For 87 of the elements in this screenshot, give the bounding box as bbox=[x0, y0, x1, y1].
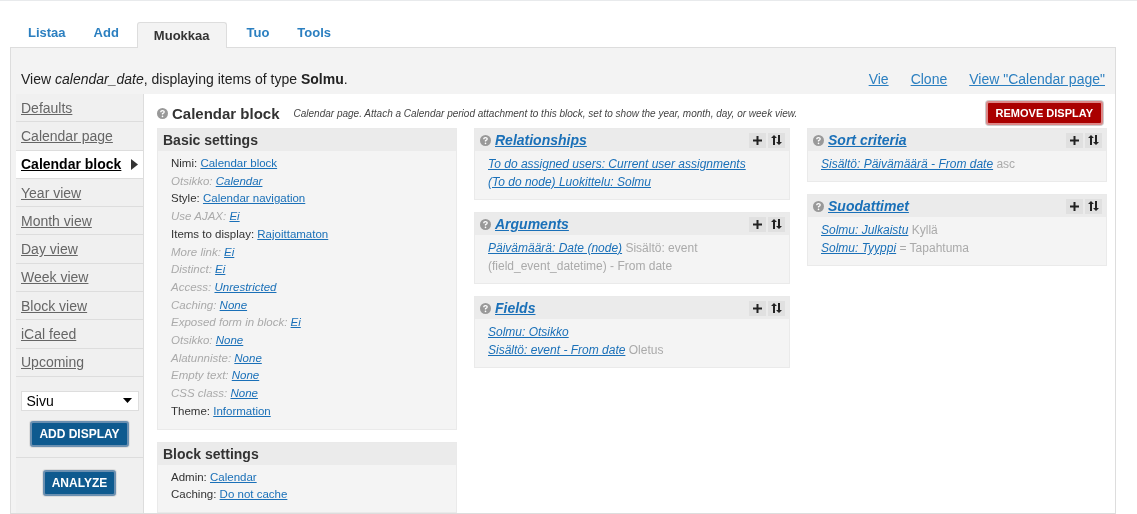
setting-label: Otsikko: bbox=[171, 334, 213, 347]
setting-label: Otsikko: bbox=[171, 174, 213, 187]
item-link[interactable]: To do assigned users: Current user assignments bbox=[488, 157, 746, 171]
setting-label: Items to display: bbox=[171, 227, 255, 240]
rearrange-icon[interactable] bbox=[1085, 132, 1102, 148]
setting-label: Exposed form in block: bbox=[171, 316, 288, 329]
tab[interactable]: Tuo bbox=[236, 23, 288, 47]
setting-link[interactable]: Information bbox=[213, 404, 271, 417]
item-text: Solmu: Tyyppi = Tapahtuma bbox=[821, 240, 970, 257]
setting-link[interactable]: None bbox=[230, 387, 258, 400]
display-type-select[interactable]: Sivu bbox=[20, 390, 139, 411]
add-icon[interactable] bbox=[749, 132, 766, 148]
setting-label: Nimi: bbox=[171, 157, 198, 169]
rearrange-icon[interactable] bbox=[768, 132, 785, 148]
setting-link[interactable]: None bbox=[219, 298, 248, 311]
box-title: Block settings bbox=[163, 445, 259, 462]
tab[interactable]: Add bbox=[83, 23, 137, 47]
setting-link[interactable]: None bbox=[231, 369, 260, 382]
display-title: Calendar block bbox=[172, 104, 280, 122]
setting-label: More link: bbox=[171, 245, 221, 258]
rearrange-icon[interactable] bbox=[768, 300, 785, 316]
item-text: Sisältö: Päivämäärä - From date asc bbox=[821, 156, 1017, 173]
display-tab[interactable]: iCal feed bbox=[16, 320, 143, 349]
item-text: Sisältö: event - From date Oletus bbox=[488, 342, 665, 359]
view-description: View calendar_date, displaying items of type Solmu. bbox=[21, 71, 349, 87]
add-display-button[interactable]: ADD DISPLAY bbox=[30, 420, 129, 447]
setting-link[interactable]: None bbox=[215, 334, 244, 347]
display-tab[interactable]: Year view bbox=[16, 178, 143, 208]
add-icon[interactable] bbox=[1066, 198, 1083, 214]
display-description: Calendar page. Attach a Calendar period attachment to this block, set to show the year, month, day, or week view. bbox=[293, 107, 799, 119]
item-link[interactable]: Solmu: Julkaistu bbox=[821, 223, 909, 237]
analyze-button[interactable]: ANALYZE bbox=[42, 469, 117, 496]
remove-display-button[interactable]: REMOVE DISPLAY bbox=[985, 101, 1103, 125]
display-tab[interactable]: Calendar page bbox=[16, 122, 143, 151]
item-link[interactable]: (To do node) Luokittelu: Solmu bbox=[488, 175, 651, 189]
box-title: Basic settings bbox=[163, 132, 258, 148]
item-link[interactable]: Päivämäärä: Date (node) bbox=[488, 241, 623, 255]
item-link[interactable]: Solmu: Otsikko bbox=[488, 325, 569, 339]
item-link[interactable]: Sisältö: Päivämäärä - From date bbox=[821, 157, 994, 171]
setting-link[interactable]: Ei bbox=[229, 210, 240, 223]
item-text: Solmu: Julkaistu Kyllä bbox=[821, 222, 939, 239]
tab[interactable]: Muokkaa bbox=[136, 22, 227, 48]
display-tab[interactable]: Defaults bbox=[16, 94, 143, 123]
arrow-icon bbox=[131, 158, 138, 170]
display-tab[interactable]: Day view bbox=[16, 235, 143, 264]
setting-label: Style: bbox=[171, 192, 200, 205]
display-tab[interactable]: Month view bbox=[16, 207, 143, 236]
display-tab[interactable]: Week view bbox=[16, 263, 143, 293]
header-link[interactable]: Vie bbox=[868, 71, 889, 87]
add-icon[interactable] bbox=[749, 216, 766, 232]
display-tab[interactable]: Upcoming bbox=[16, 348, 143, 377]
tab[interactable]: Tools bbox=[287, 23, 350, 47]
caret-icon bbox=[122, 398, 132, 404]
setting-label: CSS class: bbox=[171, 387, 228, 400]
rearrange-icon[interactable] bbox=[1085, 198, 1102, 214]
setting-link[interactable]: Do not cache bbox=[219, 488, 288, 501]
header-link[interactable]: View "Calendar page" bbox=[969, 71, 1105, 87]
setting-label: Admin: bbox=[171, 470, 207, 483]
item-link[interactable]: Sisältö: event - From date bbox=[488, 343, 626, 357]
setting-label: Alatunniste: bbox=[171, 351, 232, 364]
add-icon[interactable] bbox=[1066, 132, 1083, 148]
setting-link[interactable]: Calendar navigation bbox=[202, 192, 306, 205]
setting-label: Caching: bbox=[171, 298, 217, 311]
setting-link[interactable]: Ei bbox=[290, 316, 301, 329]
help-icon[interactable] bbox=[157, 107, 168, 119]
setting-label: Use AJAX: bbox=[171, 210, 227, 223]
setting-link[interactable]: Ei bbox=[215, 263, 226, 276]
setting-label: Empty text: bbox=[171, 369, 229, 382]
header-link[interactable]: Clone bbox=[910, 71, 948, 87]
setting-link[interactable]: Unrestricted bbox=[214, 280, 277, 293]
display-tab[interactable]: Calendar block bbox=[16, 150, 143, 179]
tab[interactable]: Listaa bbox=[18, 23, 84, 47]
setting-link[interactable]: Calendar bbox=[215, 174, 263, 187]
setting-label: Caching: bbox=[171, 488, 217, 501]
setting-label: Theme: bbox=[171, 404, 210, 417]
setting-link[interactable]: Rajoittamaton bbox=[257, 227, 329, 240]
display-tab[interactable]: Block view bbox=[16, 292, 143, 321]
setting-link[interactable]: None bbox=[234, 351, 262, 364]
add-icon[interactable] bbox=[749, 300, 766, 316]
rearrange-icon[interactable] bbox=[768, 216, 785, 232]
item-link[interactable]: Solmu: Tyyppi bbox=[821, 241, 897, 255]
setting-link[interactable]: Ei bbox=[224, 245, 235, 258]
item-text: Päivämäärä: Date (node) Sisältö: event (field_event_datetime) - From date bbox=[488, 240, 699, 275]
setting-label: Access: bbox=[171, 280, 212, 293]
setting-link[interactable]: Calendar bbox=[210, 470, 257, 483]
setting-link[interactable]: Calendar block bbox=[200, 157, 278, 169]
setting-label: Distinct: bbox=[171, 263, 212, 276]
